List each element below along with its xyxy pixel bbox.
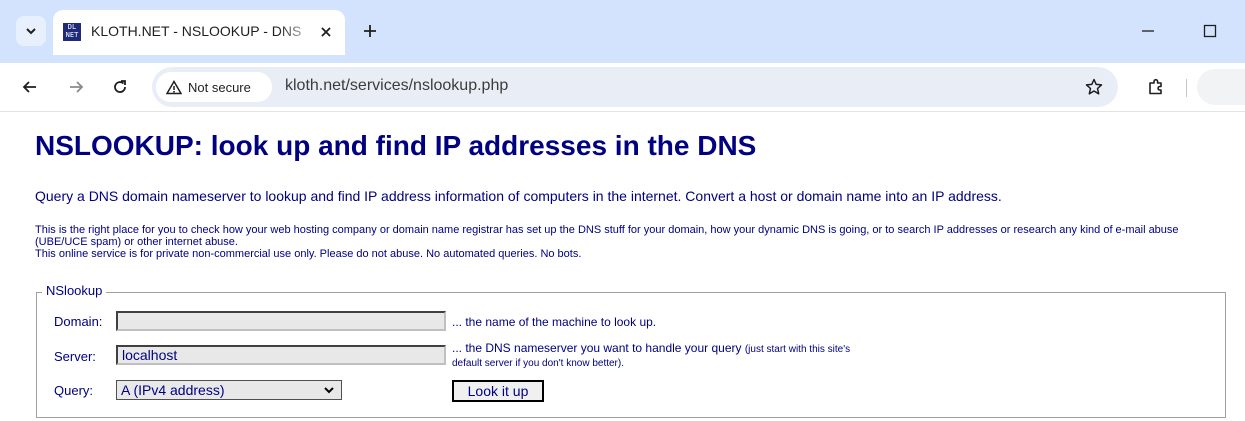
star-icon: [1085, 78, 1103, 95]
maximize-button[interactable]: [1195, 17, 1225, 45]
bookmark-button[interactable]: [1082, 75, 1106, 99]
server-hint-main: ... the DNS nameserver you want to handl…: [452, 341, 742, 355]
query-type-value: A (IPv4 address): [121, 382, 225, 398]
forward-button[interactable]: [62, 73, 90, 101]
tab-title: KLOTH.NET - NSLOOKUP - DNS: [91, 23, 302, 39]
query-type-select[interactable]: A (IPv4 address): [116, 380, 342, 400]
description-paragraph: This is the right place for you to check…: [35, 224, 1179, 248]
address-bar[interactable]: Not secure kloth.net/services/nslookup.p…: [152, 67, 1118, 107]
chevron-down-icon: [26, 28, 36, 35]
browser-toolbar: Not secure kloth.net/services/nslookup.p…: [0, 63, 1245, 112]
site-favicon-icon: DL NET: [63, 23, 81, 41]
puzzle-icon: [1149, 78, 1162, 95]
page-title: NSLOOKUP: look up and find IP addresses …: [35, 130, 757, 161]
arrow-left-icon: [22, 81, 36, 93]
usage-notice: This online service is for private non-c…: [35, 248, 582, 260]
close-icon: [321, 27, 331, 37]
tab-close-button[interactable]: [315, 21, 337, 43]
tab-search-button[interactable]: [16, 16, 46, 46]
extensions-button[interactable]: [1142, 73, 1170, 101]
tab-strip: DL NET KLOTH.NET - NSLOOKUP - DNS: [0, 0, 1245, 63]
warning-triangle-icon: [166, 79, 182, 94]
toolbar-divider: [1186, 79, 1187, 97]
reload-icon: [114, 80, 126, 93]
new-tab-button[interactable]: [356, 17, 384, 45]
server-input[interactable]: [116, 345, 446, 365]
server-hint-note-2: default server if you don't know better)…: [452, 358, 624, 369]
minimize-icon: [1142, 30, 1154, 32]
reload-button[interactable]: [106, 73, 134, 101]
security-label: Not secure: [188, 79, 251, 95]
plus-icon: [364, 25, 376, 37]
browser-tab[interactable]: DL NET KLOTH.NET - NSLOOKUP - DNS: [53, 10, 345, 55]
maximize-icon: [1203, 24, 1217, 38]
query-label: Query:: [54, 383, 94, 398]
url-text[interactable]: kloth.net/services/nslookup.php: [285, 77, 508, 95]
back-button[interactable]: [16, 73, 44, 101]
arrow-right-icon: [70, 81, 84, 93]
domain-input[interactable]: [116, 311, 446, 331]
domain-label: Domain:: [54, 314, 103, 329]
server-label: Server:: [54, 349, 96, 364]
description-block: This is the right place for you to check…: [35, 224, 1215, 260]
chevron-down-icon: [324, 387, 334, 394]
intro-text: Query a DNS domain nameserver to lookup …: [35, 188, 1002, 204]
look-it-up-button[interactable]: Look it up: [452, 380, 544, 402]
server-hint-note: (just start with this site's: [744, 344, 851, 355]
site-info-chip[interactable]: Not secure: [156, 72, 272, 102]
server-hint: ... the DNS nameserver you want to handl…: [452, 342, 850, 370]
form-legend: NSlookup: [42, 283, 107, 298]
minimize-button[interactable]: [1133, 17, 1163, 45]
profile-avatar[interactable]: [1197, 69, 1245, 105]
domain-hint: ... the name of the machine to look up.: [452, 315, 657, 329]
page-content: NSLOOKUP: look up and find IP addresses …: [0, 112, 1245, 421]
